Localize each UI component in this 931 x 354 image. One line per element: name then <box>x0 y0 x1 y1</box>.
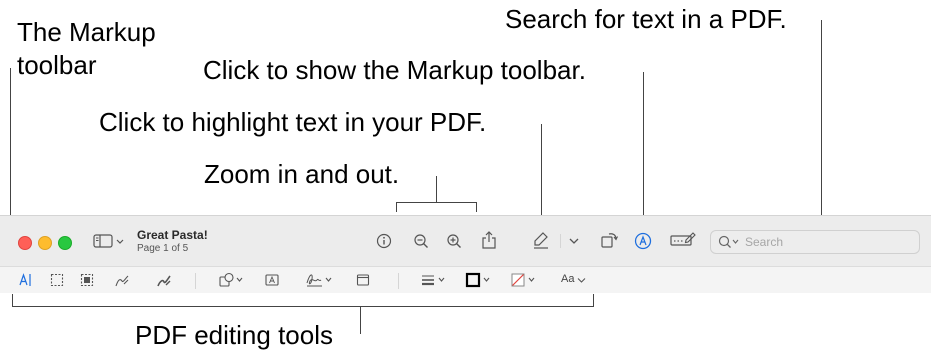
zoom-window-button[interactable] <box>58 236 72 250</box>
search-field[interactable]: Search <box>710 230 920 254</box>
draw-icon[interactable] <box>156 272 172 288</box>
redact-icon[interactable] <box>80 273 94 287</box>
sketch-icon[interactable] <box>114 272 130 288</box>
callout-markup-toolbar: The Markup toolbar <box>17 17 156 80</box>
rotate-icon[interactable] <box>600 231 618 249</box>
leader-show-markup <box>643 72 644 228</box>
minimize-button[interactable] <box>38 236 52 250</box>
text-box-icon[interactable] <box>265 273 279 287</box>
fill-color-icon[interactable] <box>510 272 540 288</box>
window-toolbar: Great Pasta! Page 1 of 5 Search <box>0 216 931 266</box>
callout-zoom: Zoom in and out. <box>204 159 400 189</box>
rectangular-selection-icon[interactable] <box>50 273 64 287</box>
leader-zoom-bar <box>396 202 477 203</box>
leader-tools-stem <box>360 306 361 334</box>
leader-tools-bar <box>12 306 594 307</box>
chevron-down-icon[interactable] <box>569 237 579 245</box>
document-title: Great Pasta! <box>137 228 208 242</box>
shape-style-icon[interactable] <box>420 273 448 287</box>
callout-pdf-tools: PDF editing tools <box>135 320 333 350</box>
border-color-icon[interactable] <box>465 272 495 288</box>
close-button[interactable] <box>18 236 32 250</box>
share-icon[interactable] <box>481 230 497 250</box>
chevron-down-icon[interactable] <box>577 277 586 284</box>
leader-tools-right <box>593 294 594 307</box>
zoom-in-icon[interactable] <box>446 233 462 249</box>
leader-search <box>821 20 822 228</box>
preview-window: Great Pasta! Page 1 of 5 Search Aa <box>0 215 931 293</box>
search-placeholder: Search <box>745 235 784 249</box>
info-icon[interactable] <box>376 233 392 249</box>
toolbar-separator <box>195 273 196 289</box>
text-selection-icon[interactable] <box>18 272 34 288</box>
leader-highlight <box>541 124 542 222</box>
search-icon <box>718 235 739 248</box>
document-page-count: Page 1 of 5 <box>137 243 189 254</box>
signature-icon[interactable] <box>305 271 335 289</box>
shapes-icon[interactable] <box>218 272 246 288</box>
highlighter-icon[interactable] <box>532 231 550 249</box>
toolbar-separator <box>560 234 561 248</box>
text-style-label[interactable]: Aa <box>561 273 574 285</box>
markup-toolbar: Aa <box>0 266 931 293</box>
note-icon[interactable] <box>356 273 370 287</box>
sidebar-icon[interactable] <box>93 233 127 249</box>
zoom-out-icon[interactable] <box>413 233 429 249</box>
form-fill-icon[interactable] <box>670 231 696 249</box>
leader-zoom-right <box>476 202 477 212</box>
leader-zoom-stem <box>436 176 437 202</box>
callout-highlight: Click to highlight text in your PDF. <box>99 107 487 137</box>
leader-tools-left <box>12 294 13 307</box>
toolbar-separator <box>398 273 399 289</box>
callout-show-markup: Click to show the Markup toolbar. <box>203 55 586 85</box>
leader-zoom-left <box>396 202 397 212</box>
markup-icon[interactable] <box>634 232 652 250</box>
callout-search: Search for text in a PDF. <box>505 4 787 34</box>
